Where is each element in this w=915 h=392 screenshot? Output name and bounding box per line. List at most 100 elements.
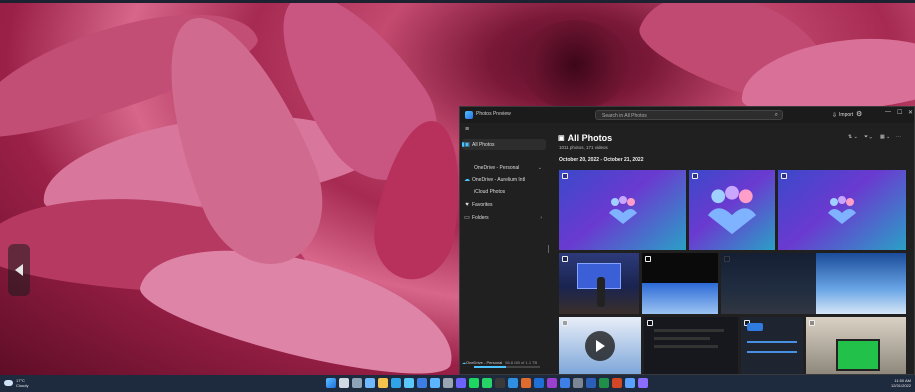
select-checkbox[interactable] xyxy=(647,320,653,326)
store-icon[interactable] xyxy=(404,378,414,388)
hamburger-menu-icon[interactable]: ≡ xyxy=(465,126,469,133)
settings-icon[interactable] xyxy=(443,378,453,388)
screenshot-content xyxy=(654,329,724,332)
screenshot-content xyxy=(654,337,710,340)
photo-tile[interactable] xyxy=(644,317,738,374)
sidebar-item-all-photos[interactable]: ▣ All Photos xyxy=(462,139,546,150)
powerpoint-icon[interactable] xyxy=(612,378,622,388)
photo-tile[interactable] xyxy=(642,253,718,314)
vscode-icon[interactable] xyxy=(508,378,518,388)
photo-tile[interactable] xyxy=(559,170,686,250)
search-icon[interactable]: ⌕ xyxy=(775,112,778,119)
terminal-icon[interactable] xyxy=(495,378,505,388)
mail-icon[interactable] xyxy=(417,378,427,388)
app-title: Photos Preview xyxy=(476,111,511,117)
todo-icon[interactable] xyxy=(560,378,570,388)
import-icon: ⇩ xyxy=(832,112,838,119)
previous-wallpaper-button[interactable] xyxy=(8,244,30,296)
folder-icon: ▭ xyxy=(464,215,470,221)
select-checkbox[interactable] xyxy=(645,256,651,262)
sidebar-item-folders[interactable]: ▭ Folders › xyxy=(462,212,546,223)
flower-center xyxy=(520,20,630,110)
sidebar-item-label: Folders xyxy=(472,214,489,221)
filter-button[interactable]: ⏷ ⌄ xyxy=(864,134,872,140)
sidebar-item-onedrive-personal[interactable]: OneDrive - Personal ⌄ xyxy=(462,162,546,173)
sort-button[interactable]: ⇅ ⌄ xyxy=(848,134,858,140)
pane-splitter[interactable] xyxy=(548,245,549,253)
title-bar: Photos Preview Search in All Photos ⌕ ⇩ … xyxy=(460,107,914,123)
photo-tile[interactable] xyxy=(721,253,906,314)
page-title-text: All Photos xyxy=(567,133,613,143)
system-clock[interactable]: 11:50 AM 12/31/2022 xyxy=(891,378,911,388)
photo-tile[interactable] xyxy=(778,170,906,250)
date-range-header: October 20, 2022 - October 21, 2022 xyxy=(559,157,644,163)
select-checkbox[interactable] xyxy=(781,173,787,179)
photo-tile[interactable] xyxy=(741,317,803,374)
paint-icon[interactable] xyxy=(521,378,531,388)
whatsapp-icon[interactable] xyxy=(482,378,492,388)
photo-tile[interactable] xyxy=(559,253,639,314)
sidebar-item-favorites[interactable]: ♥ Favorites xyxy=(462,199,546,210)
select-checkbox[interactable] xyxy=(562,256,568,262)
widgets-icon[interactable] xyxy=(365,378,375,388)
storage-progress-bar xyxy=(474,366,540,368)
taskbar: 17°C Cloudy 11:50 AM 12/31/2022 xyxy=(0,375,915,392)
app-icon[interactable] xyxy=(625,378,635,388)
play-video-icon[interactable] xyxy=(585,331,615,361)
sidebar-item-label: OneDrive - Personal xyxy=(474,164,520,171)
photo-tile[interactable] xyxy=(559,317,641,374)
excel-icon[interactable] xyxy=(599,378,609,388)
chevron-down-icon[interactable]: ⌄ xyxy=(538,165,542,171)
sidebar-item-label: OneDrive - Aurelium Intl xyxy=(472,176,526,183)
photo-tile[interactable] xyxy=(689,170,775,250)
edge-icon[interactable] xyxy=(391,378,401,388)
photo-tile[interactable] xyxy=(806,317,906,374)
calculator-icon[interactable] xyxy=(573,378,583,388)
screenshot-content xyxy=(747,341,797,343)
copilot-hearts-image xyxy=(707,185,757,235)
chevron-right-icon[interactable]: › xyxy=(540,215,542,221)
search-icon[interactable] xyxy=(339,378,349,388)
view-toggle-button[interactable]: ▦ ⌄ xyxy=(880,134,890,140)
screenshot-content xyxy=(642,283,718,314)
select-checkbox[interactable] xyxy=(809,320,815,326)
cloud-icon: ☁ xyxy=(464,177,470,183)
storage-progress-fill xyxy=(474,366,506,368)
page-title: ▣ All Photos xyxy=(558,133,612,143)
windows-start-icon[interactable] xyxy=(326,378,336,388)
sidebar-item-label: All Photos xyxy=(472,141,495,148)
screenshot-content xyxy=(721,253,816,314)
screenshot-content xyxy=(654,345,718,348)
sidebar-item-icloud[interactable]: iCloud Photos xyxy=(462,186,546,197)
sidebar-item-onedrive-business[interactable]: ☁ OneDrive - Aurelium Intl xyxy=(462,174,546,185)
minimize-button[interactable]: — xyxy=(885,109,891,115)
photos-icon[interactable] xyxy=(430,378,440,388)
word-icon[interactable] xyxy=(586,378,596,388)
top-strip xyxy=(0,0,915,3)
maximize-button[interactable]: ☐ xyxy=(897,109,902,116)
import-button[interactable]: ⇩ Import xyxy=(832,110,854,120)
spotify-icon[interactable] xyxy=(469,378,479,388)
file-explorer-icon[interactable] xyxy=(378,378,388,388)
photos-icon: ▣ xyxy=(464,142,470,148)
play-icon xyxy=(596,340,605,352)
taskbar-pinned-apps xyxy=(326,378,648,388)
select-checkbox[interactable] xyxy=(562,320,568,326)
main-content: ▣ All Photos 1011 photos, 171 videos ⇅ ⌄… xyxy=(556,123,914,374)
app-icon-2[interactable] xyxy=(638,378,648,388)
settings-gear-icon[interactable]: ⚙ xyxy=(856,110,862,118)
teams-icon[interactable] xyxy=(456,378,466,388)
close-button[interactable]: ✕ xyxy=(908,109,913,116)
storage-status: 56.8 GB of 1.1 TB xyxy=(505,359,538,365)
heart-icon: ♥ xyxy=(465,201,469,208)
onenote-icon[interactable] xyxy=(547,378,557,388)
clock-date: 12/31/2022 xyxy=(890,383,911,388)
select-checkbox[interactable] xyxy=(692,173,698,179)
weather-widget[interactable]: 17°C Cloudy xyxy=(4,378,28,388)
outlook-icon[interactable] xyxy=(534,378,544,388)
more-options-icon[interactable]: ⋯ xyxy=(896,134,901,140)
cloud-icon xyxy=(4,380,13,386)
task-view-icon[interactable] xyxy=(352,378,362,388)
search-input[interactable]: Search in All Photos ⌕ xyxy=(595,110,783,120)
select-checkbox[interactable] xyxy=(562,173,568,179)
